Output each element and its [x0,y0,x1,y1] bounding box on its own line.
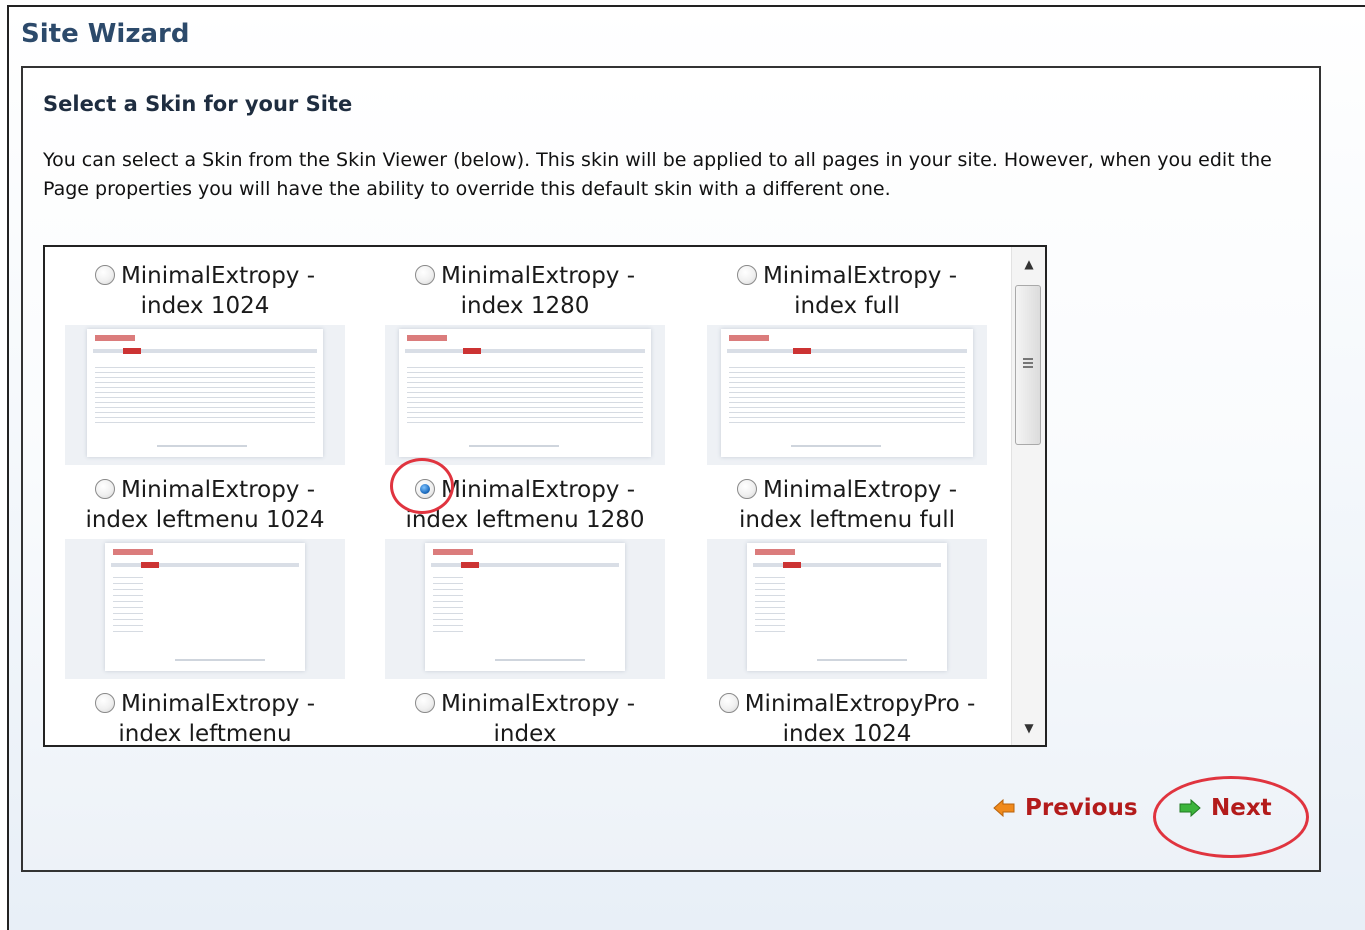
skin-label-line2: index 1024 [782,721,912,745]
skin-thumbnail[interactable] [65,539,345,679]
skin-option[interactable]: MinimalExtropy - index [365,675,685,745]
section-heading: Select a Skin for your Site [43,92,353,116]
skin-label-line1: MinimalExtropyPro - [744,691,976,717]
skin-label-line1: MinimalExtropy - [440,691,636,717]
skin-label-line1: MinimalExtropy - [440,477,636,503]
wizard-title: Site Wizard [21,19,190,49]
skin-label-line2: index leftmenu 1280 [405,507,645,533]
skin-panel: Select a Skin for your Site You can sele… [21,66,1321,872]
skin-option[interactable]: MinimalExtropy - index leftmenu full [687,461,1007,679]
skin-option[interactable]: MinimalExtropy - index 1024 [45,247,365,465]
skin-label-line1: MinimalExtropy - [762,477,958,503]
skin-label-line2: index leftmenu 1024 [85,507,325,533]
section-description: You can select a Skin from the Skin View… [43,149,1272,200]
skin-label-line2: index leftmenu full [739,507,955,533]
skin-label-line1: MinimalExtropy - [120,263,316,289]
skin-label[interactable]: MinimalExtropy - index leftmenu [45,675,365,745]
skin-thumbnail[interactable] [385,539,665,679]
skin-label-line1: MinimalExtropy - [440,263,636,289]
skin-radio[interactable] [736,265,757,285]
skin-label-line2: index leftmenu [118,721,292,745]
skin-viewer: MinimalExtropy - index 1024 MinimalExtro… [43,245,1047,747]
skin-label[interactable]: MinimalExtropy - index leftmenu full [687,461,1007,535]
skin-grid: MinimalExtropy - index 1024 MinimalExtro… [45,247,1011,745]
skin-label-line1: MinimalExtropy - [762,263,958,289]
skin-label-line1: MinimalExtropy - [120,477,316,503]
skin-thumbnail[interactable] [385,325,665,465]
skin-radio[interactable] [94,693,115,713]
skin-label[interactable]: MinimalExtropy - index leftmenu 1280 [365,461,685,535]
skin-label[interactable]: MinimalExtropyPro - index 1024 [687,675,1007,745]
skin-option[interactable]: MinimalExtropy - index 1280 [365,247,685,465]
arrow-right-icon [1179,799,1201,817]
skin-radio[interactable] [94,479,115,499]
scroll-up-icon[interactable]: ▲ [1012,247,1045,281]
skin-label-line2: index 1280 [460,293,590,319]
next-label: Next [1211,795,1272,821]
previous-button[interactable]: Previous [993,795,1138,821]
skin-label[interactable]: MinimalExtropy - index 1024 [45,247,365,321]
skin-option[interactable]: MinimalExtropy - index leftmenu [45,675,365,745]
previous-label: Previous [1025,795,1138,821]
skin-thumbnail[interactable] [707,539,987,679]
scroll-down-icon[interactable]: ▼ [1012,711,1045,745]
skin-radio[interactable] [414,693,435,713]
skin-label[interactable]: MinimalExtropy - index [365,675,685,745]
skin-label[interactable]: MinimalExtropy - index 1280 [365,247,685,321]
skin-radio[interactable] [94,265,115,285]
next-button[interactable]: Next [1179,795,1272,821]
skin-label-line1: MinimalExtropy - [120,691,316,717]
skin-radio[interactable] [414,479,435,499]
skin-thumbnail[interactable] [65,325,345,465]
skin-radio[interactable] [414,265,435,285]
skin-label-line2: index 1024 [140,293,270,319]
scrollbar-thumb[interactable] [1015,285,1041,445]
skin-label-line2: index [493,721,557,745]
skin-viewer-scrollbar[interactable]: ▲ ▼ [1011,247,1045,745]
skin-option[interactable]: MinimalExtropy - index leftmenu 1024 [45,461,365,679]
skin-radio[interactable] [718,693,739,713]
skin-thumbnail[interactable] [707,325,987,465]
grip-icon [1023,358,1033,370]
arrow-left-icon [993,799,1015,817]
skin-option[interactable]: MinimalExtropyPro - index 1024 [687,675,1007,745]
skin-label[interactable]: MinimalExtropy - index leftmenu 1024 [45,461,365,535]
skin-option[interactable]: MinimalExtropy - index full [687,247,1007,465]
skin-label-line2: index full [794,293,900,319]
skin-label[interactable]: MinimalExtropy - index full [687,247,1007,321]
skin-option[interactable]: MinimalExtropy - index leftmenu 1280 [365,461,685,679]
wizard-window: Site Wizard Select a Skin for your Site … [7,5,1365,930]
skin-radio[interactable] [736,479,757,499]
